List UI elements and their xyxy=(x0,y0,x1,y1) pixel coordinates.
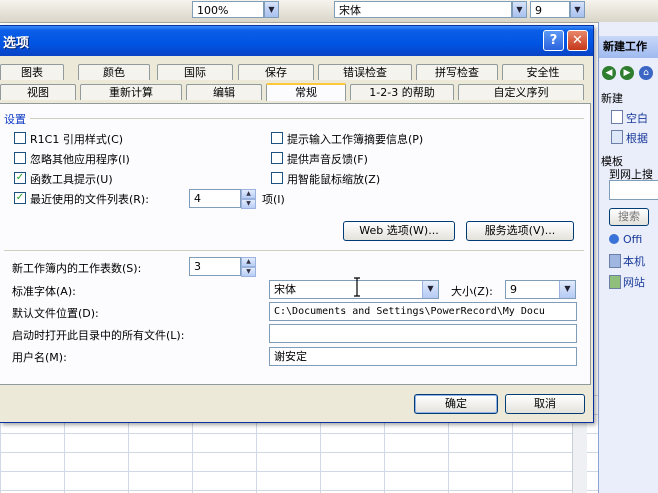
user-name-field[interactable]: 谢安定 xyxy=(269,347,577,366)
cancel-button[interactable]: 取消 xyxy=(505,394,585,414)
font-name-dropdown-icon[interactable]: ▼ xyxy=(512,1,527,18)
default-location-label: 默认文件位置(D): xyxy=(12,307,99,320)
zoom-dropdown-icon[interactable]: ▼ xyxy=(264,1,279,18)
template-search-button[interactable]: 搜索 xyxy=(609,208,649,226)
dialog-titlebar[interactable]: 选项 ? ✕ xyxy=(0,26,593,56)
tab-save[interactable]: 保存 xyxy=(238,64,314,80)
tab-lotus-help[interactable]: 1-2-3 的帮助 xyxy=(350,84,454,100)
close-button[interactable]: ✕ xyxy=(567,30,588,51)
settings-section-title: 设置 xyxy=(4,113,26,126)
tab-color[interactable]: 颜色 xyxy=(78,64,150,80)
tab-chart[interactable]: 图表 xyxy=(0,64,64,80)
prompt-properties-checkbox[interactable] xyxy=(271,132,283,144)
new-from-existing-link[interactable]: 根据 xyxy=(626,130,648,146)
dialog-title: 选项 xyxy=(3,36,30,51)
new-blank-link[interactable]: 空白 xyxy=(626,110,648,126)
website-link[interactable]: 网站 xyxy=(623,274,645,290)
prompt-properties-label: 提示输入工作簿摘要信息(P) xyxy=(287,133,424,146)
font-name-field[interactable]: 宋体 xyxy=(334,1,512,18)
tab-spelling[interactable]: 拼写检查 xyxy=(416,64,498,80)
sheets-count-spinner[interactable]: ▲ ▼ xyxy=(241,257,256,277)
existing-workbook-icon xyxy=(611,130,623,144)
help-button[interactable]: ? xyxy=(543,30,564,51)
web-options-button[interactable]: Web 选项(W)... xyxy=(343,221,455,241)
feedback-sound-checkbox[interactable] xyxy=(271,152,283,164)
recent-files-checkbox[interactable]: ✓ xyxy=(14,192,26,204)
tab-error-checking[interactable]: 错误检查 xyxy=(318,64,412,80)
office-online-link[interactable]: Offi xyxy=(623,233,642,246)
tab-general[interactable]: 常规 xyxy=(266,83,346,101)
chevron-down-icon[interactable]: ▼ xyxy=(559,281,575,298)
tab-international[interactable]: 国际 xyxy=(157,64,233,80)
default-location-field[interactable]: C:\Documents and Settings\PowerRecord\My… xyxy=(269,302,577,321)
startup-folder-label: 启动时打开此目录中的所有文件(L): xyxy=(12,329,185,342)
forward-arrow-icon[interactable]: ▶ xyxy=(620,66,634,80)
intellimouse-zoom-label: 用智能鼠标缩放(Z) xyxy=(287,173,381,186)
ok-button[interactable]: 确定 xyxy=(414,394,498,414)
template-search-input[interactable] xyxy=(609,180,658,200)
r1c1-checkbox[interactable] xyxy=(14,132,26,144)
recent-files-unit: 项(I) xyxy=(262,193,285,206)
font-size-dropdown-icon[interactable]: ▼ xyxy=(570,1,585,18)
font-size-value: 9 xyxy=(510,283,517,296)
spin-up-icon[interactable]: ▲ xyxy=(241,189,256,199)
globe-icon xyxy=(609,234,619,244)
tab-custom-lists[interactable]: 自定义序列 xyxy=(458,84,584,100)
intellimouse-zoom-checkbox[interactable] xyxy=(271,172,283,184)
tab-edit[interactable]: 编辑 xyxy=(186,84,262,100)
general-tab-panel: 设置 R1C1 引用样式(C) 忽略其他应用程序(I) ✓ 函数工具提示(U) … xyxy=(0,103,591,385)
font-size-label: 大小(Z): xyxy=(451,285,493,298)
user-name-label: 用户名(M): xyxy=(12,351,67,364)
task-pane-title: 新建工作 xyxy=(599,36,658,58)
settings-divider xyxy=(30,118,584,119)
home-icon[interactable]: ⌂ xyxy=(639,66,653,80)
back-arrow-icon[interactable]: ◀ xyxy=(602,66,616,80)
computer-icon xyxy=(609,254,621,268)
sheets-count-label: 新工作簿内的工作表数(S): xyxy=(12,262,142,275)
formatting-toolbar: 100% ▼ 宋体 ▼ 9 ▼ xyxy=(0,0,658,23)
font-size-select[interactable]: 9 ▼ xyxy=(505,280,576,299)
service-options-button[interactable]: 服务选项(V)... xyxy=(466,221,574,241)
website-icon xyxy=(609,275,621,289)
blank-document-icon xyxy=(611,110,623,124)
feedback-sound-label: 提供声音反馈(F) xyxy=(287,153,368,166)
task-pane: 新建工作 ◀ ▶ ⌂ 新建 空白 根据 模板 到网上搜 搜索 Offi 本机 网… xyxy=(598,22,658,493)
ignore-other-apps-label: 忽略其他应用程序(I) xyxy=(30,153,130,166)
text-cursor-icon xyxy=(354,277,360,297)
spin-down-icon[interactable]: ▼ xyxy=(241,199,256,209)
section-divider xyxy=(4,250,584,251)
spin-up-icon[interactable]: ▲ xyxy=(241,257,256,267)
recent-files-spinner[interactable]: ▲ ▼ xyxy=(241,189,256,209)
zoom-field[interactable]: 100% xyxy=(192,1,264,18)
font-size-field[interactable]: 9 xyxy=(530,1,570,18)
function-tooltips-label: 函数工具提示(U) xyxy=(30,173,113,186)
sheets-count-field[interactable]: 3 xyxy=(189,257,241,276)
chevron-down-icon[interactable]: ▼ xyxy=(422,281,438,298)
ignore-other-apps-checkbox[interactable] xyxy=(14,152,26,164)
section-new-heading: 新建 xyxy=(601,92,623,105)
tab-view[interactable]: 视图 xyxy=(0,84,76,100)
r1c1-label: R1C1 引用样式(C) xyxy=(30,133,124,146)
my-computer-link[interactable]: 本机 xyxy=(623,253,645,269)
options-dialog: 选项 ? ✕ 图表 颜色 国际 保存 错误检查 拼写检查 安全性 视图 重新计算… xyxy=(0,25,594,423)
function-tooltips-checkbox[interactable]: ✓ xyxy=(14,172,26,184)
recent-files-label: 最近使用的文件列表(R): xyxy=(30,193,149,206)
startup-folder-field[interactable] xyxy=(269,324,577,343)
standard-font-label: 标准字体(A): xyxy=(12,285,76,298)
tab-security[interactable]: 安全性 xyxy=(502,64,584,80)
recent-files-count-field[interactable]: 4 xyxy=(189,189,241,208)
tab-calculation[interactable]: 重新计算 xyxy=(80,84,182,100)
standard-font-value: 宋体 xyxy=(274,283,296,296)
spin-down-icon[interactable]: ▼ xyxy=(241,267,256,277)
